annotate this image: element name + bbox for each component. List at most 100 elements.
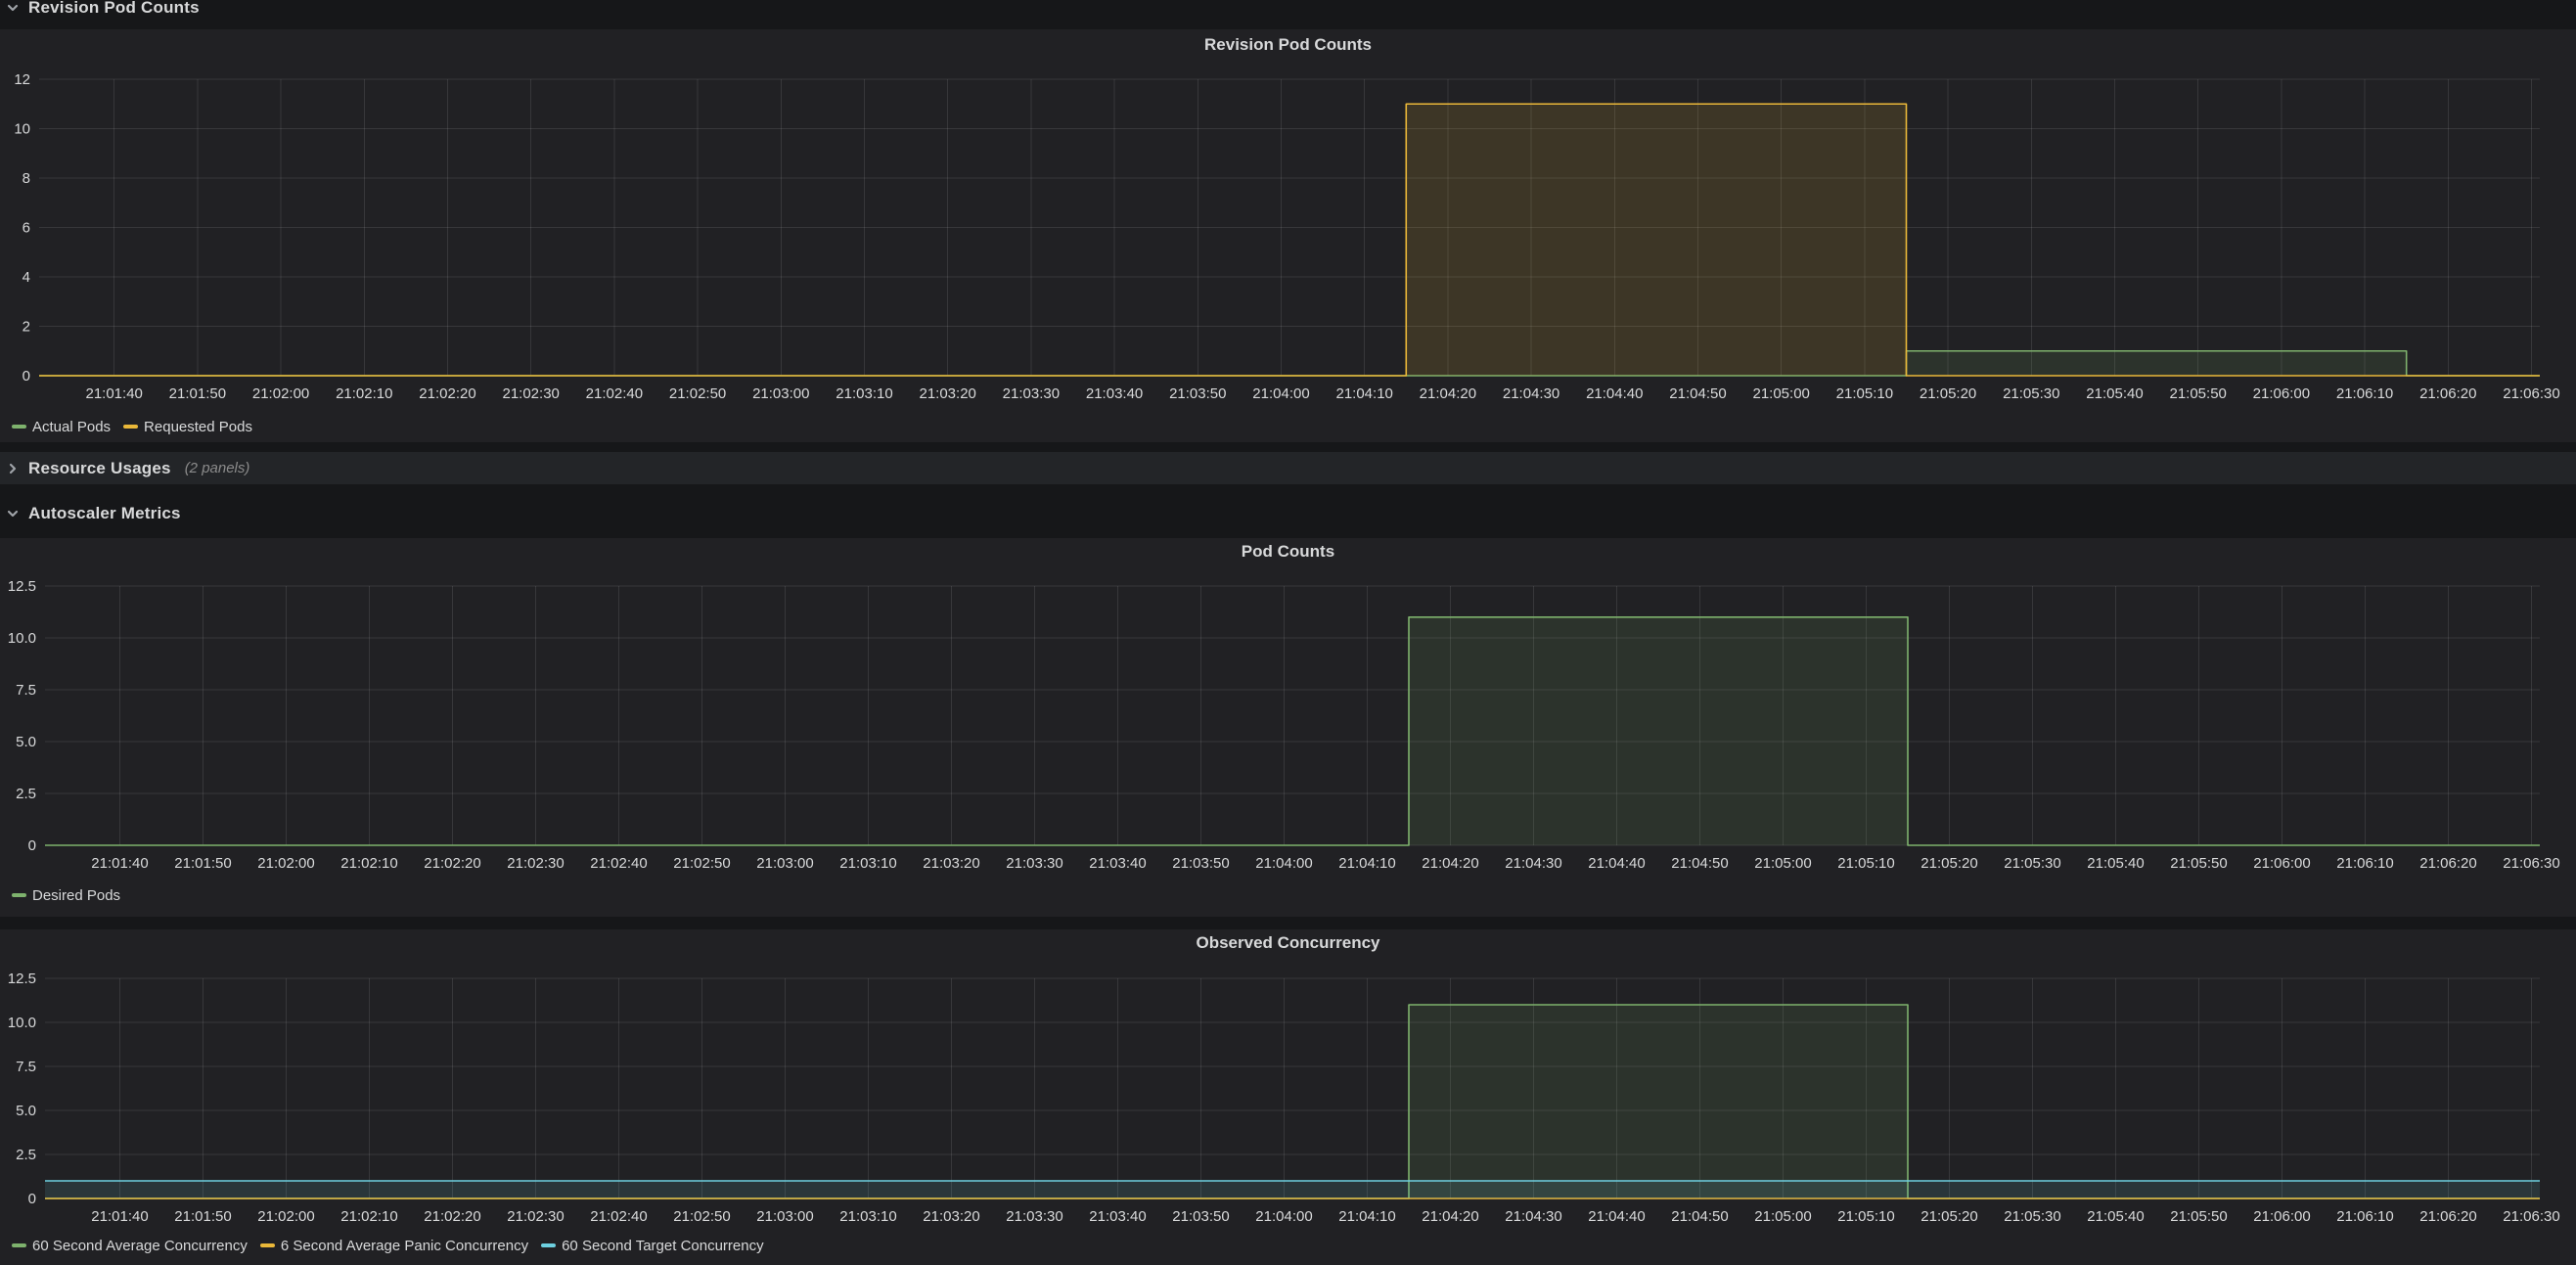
grid — [45, 978, 2540, 1198]
legend-item[interactable]: Desired Pods — [12, 887, 120, 904]
svg-text:21:05:20: 21:05:20 — [1920, 385, 1976, 402]
svg-text:21:05:10: 21:05:10 — [1837, 855, 1894, 872]
svg-text:21:02:50: 21:02:50 — [673, 1208, 730, 1225]
svg-text:21:02:40: 21:02:40 — [590, 1208, 647, 1225]
svg-text:21:03:20: 21:03:20 — [923, 1208, 979, 1225]
x-axis: 21:01:4021:01:5021:02:0021:02:1021:02:20… — [85, 385, 2559, 402]
panel-pod-counts: Pod Counts 02.55.07.510.012.521:01:4021:… — [0, 538, 2576, 917]
panel-revision-pod-counts: Revision Pod Counts 02468101221:01:4021:… — [0, 29, 2576, 442]
time-series-plot[interactable]: 02.55.07.510.012.521:01:4021:01:5021:02:… — [0, 929, 2576, 1265]
svg-text:21:03:20: 21:03:20 — [919, 385, 975, 402]
svg-text:21:02:20: 21:02:20 — [419, 385, 475, 402]
legend-series-label: Actual Pods — [32, 419, 111, 435]
svg-text:21:03:50: 21:03:50 — [1172, 855, 1229, 872]
legend-item[interactable]: Actual Pods — [12, 419, 111, 435]
svg-text:10.0: 10.0 — [8, 1015, 36, 1031]
svg-text:7.5: 7.5 — [16, 1059, 36, 1075]
row-header-autoscaler-metrics[interactable]: Autoscaler Metrics — [0, 494, 2576, 533]
legend-item[interactable]: Requested Pods — [123, 419, 252, 435]
time-series-plot[interactable]: 02.55.07.510.012.521:01:4021:01:5021:02:… — [0, 538, 2576, 917]
legend-series-dash-icon — [12, 425, 26, 429]
svg-text:21:01:50: 21:01:50 — [174, 1208, 231, 1225]
svg-text:0: 0 — [28, 1191, 36, 1207]
row-panel-count: (2 panels) — [185, 460, 250, 476]
legend-series-dash-icon — [12, 1243, 26, 1247]
time-series-plot[interactable]: 02468101221:01:4021:01:5021:02:0021:02:1… — [0, 29, 2576, 442]
svg-text:21:01:50: 21:01:50 — [169, 385, 226, 402]
x-axis: 21:01:4021:01:5021:02:0021:02:1021:02:20… — [91, 1208, 2559, 1225]
svg-text:21:03:30: 21:03:30 — [1003, 385, 1060, 402]
svg-text:2.5: 2.5 — [16, 786, 36, 802]
svg-text:21:05:50: 21:05:50 — [2170, 855, 2227, 872]
svg-text:21:04:00: 21:04:00 — [1255, 1208, 1312, 1225]
svg-text:21:04:40: 21:04:40 — [1588, 855, 1645, 872]
svg-text:21:05:20: 21:05:20 — [1921, 855, 1977, 872]
legend-item[interactable]: 6 Second Average Panic Concurrency — [260, 1238, 528, 1254]
svg-text:21:02:10: 21:02:10 — [340, 1208, 397, 1225]
svg-text:8: 8 — [23, 170, 30, 187]
svg-text:12.5: 12.5 — [8, 578, 36, 595]
svg-text:21:02:00: 21:02:00 — [252, 385, 309, 402]
svg-text:21:04:30: 21:04:30 — [1505, 855, 1561, 872]
svg-text:21:04:00: 21:04:00 — [1255, 855, 1312, 872]
svg-text:21:02:30: 21:02:30 — [502, 385, 559, 402]
svg-text:21:03:30: 21:03:30 — [1006, 1208, 1062, 1225]
svg-text:21:06:20: 21:06:20 — [2419, 855, 2476, 872]
legend-item[interactable]: 60 Second Target Concurrency — [541, 1238, 764, 1254]
svg-text:21:04:50: 21:04:50 — [1669, 385, 1726, 402]
row-header-resource-usages[interactable]: Resource Usages (2 panels) — [0, 452, 2576, 484]
legend: Desired Pods — [12, 885, 133, 905]
panel-observed-concurrency: Observed Concurrency 02.55.07.510.012.52… — [0, 929, 2576, 1265]
grid — [45, 586, 2540, 845]
svg-text:12: 12 — [14, 71, 30, 88]
row-title: Resource Usages — [28, 459, 171, 478]
svg-text:5.0: 5.0 — [16, 734, 36, 750]
svg-text:12.5: 12.5 — [8, 971, 36, 987]
svg-text:21:04:10: 21:04:10 — [1335, 385, 1392, 402]
svg-text:21:05:50: 21:05:50 — [2170, 1208, 2227, 1225]
svg-text:21:06:00: 21:06:00 — [2253, 855, 2310, 872]
svg-text:21:04:10: 21:04:10 — [1338, 1208, 1395, 1225]
svg-text:21:05:30: 21:05:30 — [2004, 855, 2060, 872]
svg-text:7.5: 7.5 — [16, 682, 36, 699]
svg-text:21:03:00: 21:03:00 — [756, 1208, 813, 1225]
svg-text:21:02:50: 21:02:50 — [673, 855, 730, 872]
svg-text:21:05:40: 21:05:40 — [2086, 385, 2143, 402]
svg-text:2.5: 2.5 — [16, 1147, 36, 1163]
svg-text:21:03:20: 21:03:20 — [923, 855, 979, 872]
svg-text:21:06:30: 21:06:30 — [2503, 855, 2559, 872]
svg-text:21:03:50: 21:03:50 — [1172, 1208, 1229, 1225]
svg-text:21:03:10: 21:03:10 — [836, 385, 892, 402]
row-title: Autoscaler Metrics — [28, 504, 181, 523]
svg-text:21:05:20: 21:05:20 — [1921, 1208, 1977, 1225]
svg-text:21:02:30: 21:02:30 — [507, 1208, 564, 1225]
svg-text:21:04:50: 21:04:50 — [1671, 1208, 1728, 1225]
row-header-revision-pod-counts[interactable]: Revision Pod Counts — [0, 0, 2576, 27]
svg-text:21:06:20: 21:06:20 — [2419, 1208, 2476, 1225]
svg-text:10.0: 10.0 — [8, 630, 36, 647]
svg-text:21:05:00: 21:05:00 — [1752, 385, 1809, 402]
svg-text:21:01:40: 21:01:40 — [85, 385, 142, 402]
svg-text:21:05:30: 21:05:30 — [2004, 1208, 2060, 1225]
chevron-right-icon — [6, 462, 20, 475]
svg-text:21:04:20: 21:04:20 — [1422, 855, 1478, 872]
legend-series-label: 6 Second Average Panic Concurrency — [281, 1238, 528, 1254]
legend-series-label: 60 Second Average Concurrency — [32, 1238, 248, 1254]
svg-text:21:05:40: 21:05:40 — [2087, 1208, 2144, 1225]
svg-text:21:03:10: 21:03:10 — [839, 1208, 896, 1225]
legend-item[interactable]: 60 Second Average Concurrency — [12, 1238, 248, 1254]
svg-text:21:03:00: 21:03:00 — [756, 855, 813, 872]
legend-series-dash-icon — [541, 1243, 556, 1247]
chevron-down-icon — [6, 507, 20, 520]
svg-text:21:04:40: 21:04:40 — [1586, 385, 1643, 402]
svg-text:21:01:50: 21:01:50 — [174, 855, 231, 872]
svg-text:21:02:50: 21:02:50 — [669, 385, 726, 402]
svg-text:21:02:20: 21:02:20 — [424, 855, 480, 872]
svg-text:21:01:40: 21:01:40 — [91, 855, 148, 872]
svg-text:10: 10 — [14, 121, 30, 138]
svg-text:21:03:50: 21:03:50 — [1169, 385, 1226, 402]
svg-text:21:02:30: 21:02:30 — [507, 855, 564, 872]
legend-series-label: Desired Pods — [32, 887, 120, 904]
svg-text:6: 6 — [23, 220, 30, 237]
y-axis: 02.55.07.510.012.5 — [8, 578, 36, 854]
